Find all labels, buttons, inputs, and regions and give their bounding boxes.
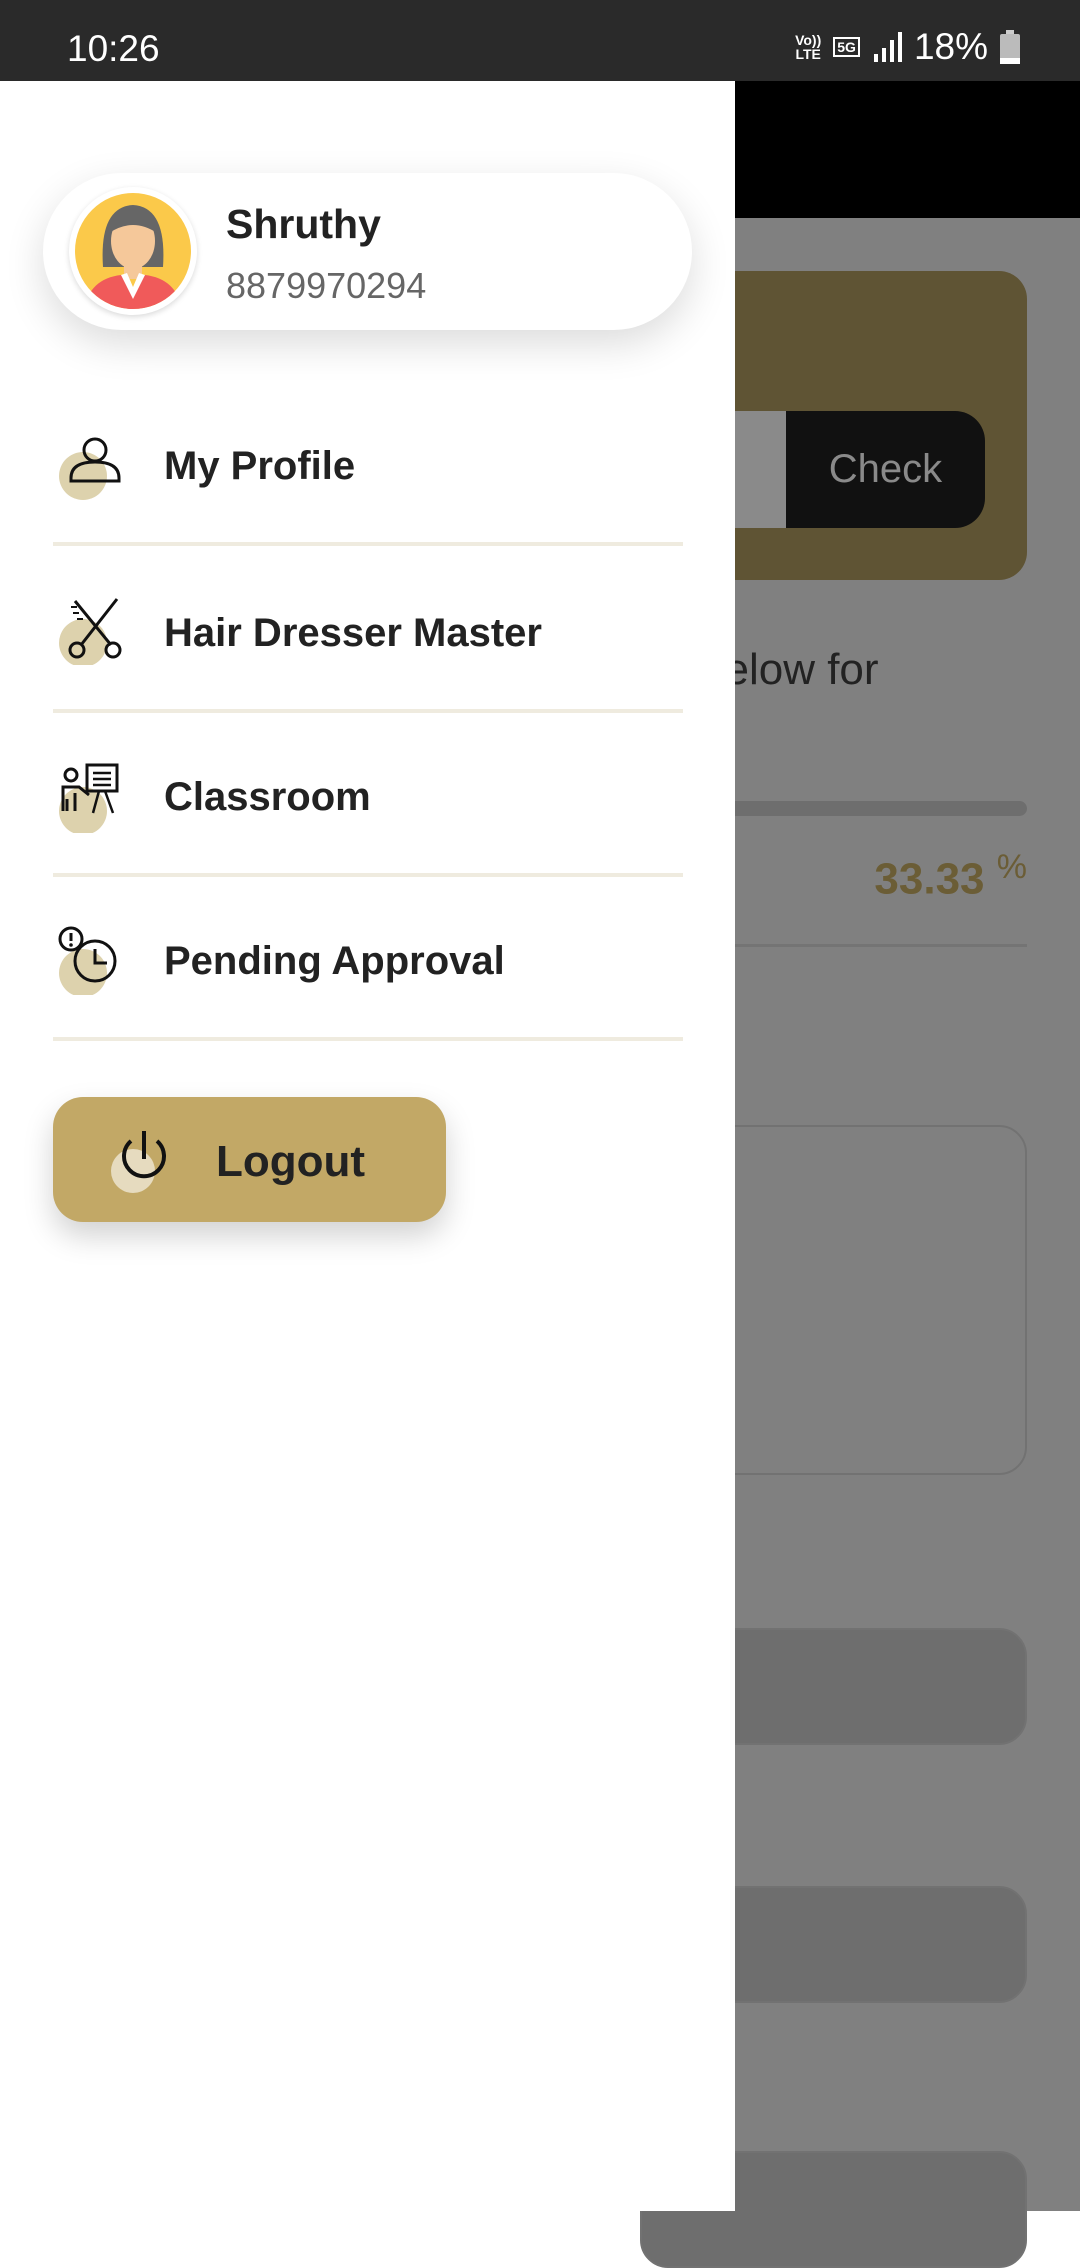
percent-value: 33.33 [874, 854, 985, 904]
menu-item-pending-approval[interactable]: Pending Approval [53, 877, 683, 1041]
menu-item-hair-dresser-master[interactable]: Hair Dresser Master [53, 549, 683, 713]
network-5g-icon: 5G [833, 37, 860, 57]
menu-label: Classroom [164, 775, 371, 819]
battery-text: 18% [913, 26, 988, 67]
signal-icon [873, 32, 902, 62]
user-name: Shruthy [226, 201, 381, 247]
logout-label: Logout [216, 1137, 366, 1186]
menu-item-classroom[interactable]: Classroom [53, 713, 683, 877]
power-icon [111, 1131, 166, 1193]
logout-button[interactable]: Logout [53, 1097, 446, 1222]
navigation-drawer: Shruthy 8879970294 My Profile Hair Dress… [0, 81, 735, 2211]
user-phone: 8879970294 [226, 265, 427, 306]
avatar [69, 187, 197, 315]
divider [700, 944, 1027, 947]
progress-bar [700, 801, 1027, 816]
classroom-icon [59, 763, 119, 833]
volte-icon: Vo)) LTE [795, 32, 822, 62]
menu-label: Pending Approval [164, 939, 505, 983]
status-time: 10:26 [67, 28, 160, 69]
percent-sign: % [996, 848, 1027, 886]
status-bar: 10:26 Vo)) LTE 5G 18% [0, 0, 1080, 81]
user-icon [59, 437, 121, 500]
menu-label: My Profile [164, 444, 356, 488]
user-profile-card[interactable]: Shruthy 8879970294 [43, 173, 692, 330]
pending-clock-icon [58, 926, 117, 995]
battery-icon [1000, 30, 1020, 64]
menu-label: Hair Dresser Master [164, 611, 542, 655]
check-button: Check [786, 411, 985, 528]
scissors-icon [59, 598, 122, 665]
menu-item-my-profile[interactable]: My Profile [53, 382, 683, 546]
progress-percent: 33.33 % [874, 848, 1027, 905]
